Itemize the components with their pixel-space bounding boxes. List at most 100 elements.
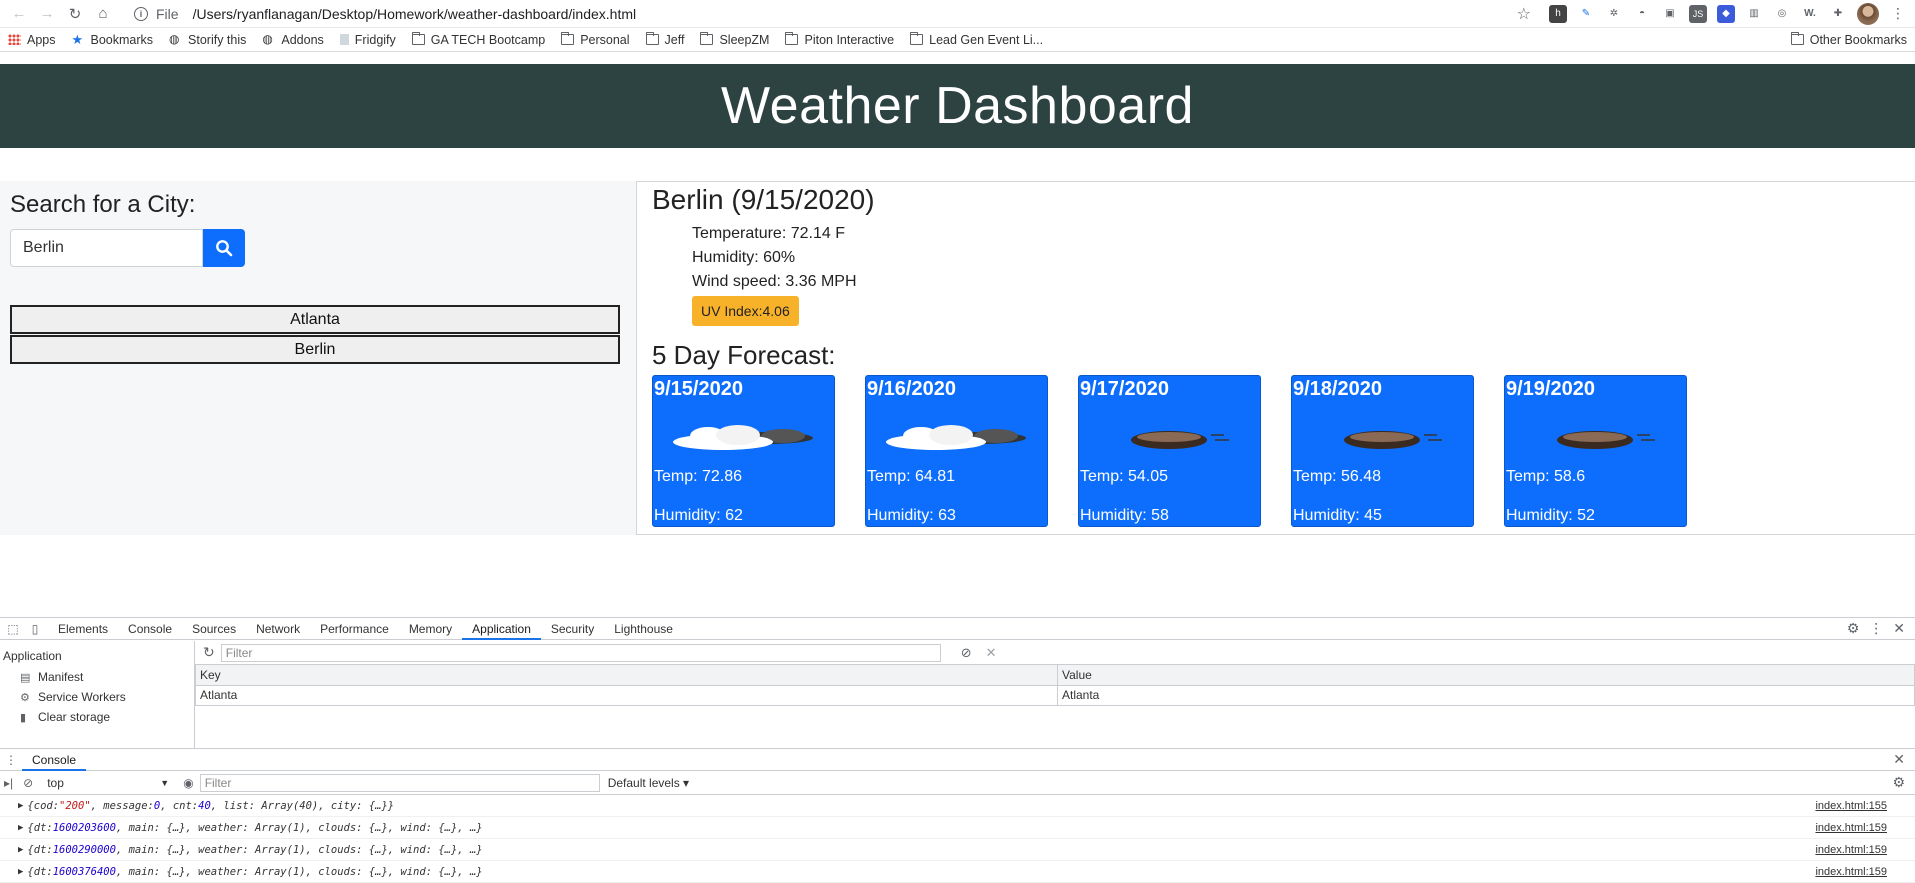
forward-icon[interactable]: → bbox=[36, 3, 58, 25]
console-log-line[interactable]: ▶ {dt: 1600376400, main: {…}, weather: A… bbox=[0, 861, 1915, 883]
extension-icon[interactable]: ◎ bbox=[1773, 5, 1791, 23]
city-search-input[interactable]: Berlin bbox=[10, 229, 203, 267]
storage-view: ↻ Filter ⊘ ✕ Key Value Atlanta Atlanta bbox=[195, 641, 1915, 748]
extension-icon[interactable]: ✎ bbox=[1577, 5, 1595, 23]
tab-lighthouse[interactable]: Lighthouse bbox=[604, 618, 683, 640]
expand-icon[interactable]: ▶ bbox=[18, 823, 23, 833]
sidebar-toggle-icon[interactable]: ▸| bbox=[4, 776, 13, 790]
eye-icon[interactable]: ◉ bbox=[183, 776, 193, 790]
log-source-link[interactable]: index.html:155 bbox=[1815, 800, 1887, 812]
url-text[interactable]: /Users/ryanflanagan/Desktop/Homework/wea… bbox=[193, 6, 637, 22]
console-log-line[interactable]: ▶ {dt: 1600290000, main: {…}, weather: A… bbox=[0, 839, 1915, 861]
cloudy-icon bbox=[886, 425, 1026, 450]
inspect-icon[interactable]: ⬚ bbox=[4, 620, 22, 638]
extension-icon[interactable]: JS bbox=[1689, 4, 1707, 23]
table-row[interactable]: Atlanta Atlanta bbox=[195, 684, 1915, 706]
forecast-card: 9/16/2020 Temp: 64.81 Humidity: 63 bbox=[865, 375, 1048, 527]
extension-icon[interactable]: W. bbox=[1801, 5, 1819, 23]
bookmark-bookmarks[interactable]: ★ Bookmarks bbox=[72, 33, 154, 47]
overcast-icon bbox=[1131, 431, 1229, 449]
expand-icon[interactable]: ▶ bbox=[18, 801, 23, 811]
extension-icon[interactable]: ◆ bbox=[1717, 4, 1735, 23]
tab-application[interactable]: Application bbox=[462, 618, 541, 640]
reload-icon[interactable]: ↻ bbox=[64, 3, 86, 25]
folder-icon bbox=[785, 32, 799, 45]
tab-performance[interactable]: Performance bbox=[310, 618, 399, 640]
extension-icon[interactable]: h bbox=[1549, 4, 1567, 23]
tab-memory[interactable]: Memory bbox=[399, 618, 462, 640]
drawer-tabs: ⋮ Console ✕ bbox=[0, 749, 1915, 771]
drawer-menu-icon[interactable]: ⋮ bbox=[0, 753, 22, 767]
sidebar-item-service-workers[interactable]: ⚙ Service Workers bbox=[0, 687, 194, 707]
delete-icon[interactable]: ✕ bbox=[986, 645, 997, 661]
log-levels-select[interactable]: Default levels ▾ bbox=[608, 776, 689, 790]
tab-network[interactable]: Network bbox=[246, 618, 310, 640]
sidebar-item-manifest[interactable]: ▤ Manifest bbox=[0, 667, 194, 687]
history-button-berlin[interactable]: Berlin bbox=[10, 335, 620, 364]
extension-icon[interactable]: ◓ bbox=[1633, 5, 1651, 23]
search-row: Berlin bbox=[10, 229, 626, 267]
column-header-value[interactable]: Value bbox=[1057, 665, 1915, 686]
tab-sources[interactable]: Sources bbox=[182, 618, 246, 640]
storage-filter-input[interactable]: Filter bbox=[220, 643, 941, 662]
close-icon[interactable]: ✕ bbox=[1893, 751, 1905, 768]
extension-icon[interactable]: ▥ bbox=[1745, 5, 1763, 23]
extension-icon[interactable]: ✲ bbox=[1605, 5, 1623, 23]
overcast-icon bbox=[1557, 431, 1655, 449]
expand-icon[interactable]: ▶ bbox=[18, 867, 23, 877]
tab-console-drawer[interactable]: Console bbox=[22, 749, 87, 771]
info-icon[interactable]: i bbox=[134, 6, 148, 21]
log-source-link[interactable]: index.html:159 bbox=[1815, 844, 1887, 856]
column-header-key[interactable]: Key bbox=[195, 665, 1058, 686]
page-icon bbox=[339, 34, 349, 45]
refresh-icon[interactable]: ↻ bbox=[203, 644, 215, 661]
forecast-temp: Temp: 72.86 bbox=[654, 468, 743, 485]
forecast-temp: Temp: 58.6 bbox=[1506, 468, 1586, 485]
settings-icon[interactable]: ⚙ bbox=[1847, 620, 1860, 637]
console-log-line[interactable]: ▶ {cod: "200", message: 0, cnt: 40, list… bbox=[0, 795, 1915, 817]
log-source-link[interactable]: index.html:159 bbox=[1815, 866, 1887, 878]
bookmark-storify[interactable]: ◍ Storify this bbox=[169, 33, 246, 47]
current-humidity: Humidity: 60% bbox=[692, 249, 796, 266]
bookmark-folder[interactable]: Personal bbox=[561, 32, 630, 47]
home-icon[interactable]: ⌂ bbox=[92, 3, 114, 25]
bookmark-folder[interactable]: Piton Interactive bbox=[785, 32, 894, 47]
history-button-atlanta[interactable]: Atlanta bbox=[10, 305, 620, 334]
address-bar[interactable]: i File /Users/ryanflanagan/Desktop/Homew… bbox=[126, 2, 1539, 26]
bookmark-folder[interactable]: Jeff bbox=[645, 32, 684, 47]
close-icon[interactable]: ✕ bbox=[1893, 620, 1905, 637]
expand-icon[interactable]: ▶ bbox=[18, 845, 23, 855]
current-temperature: Temperature: 72.14 F bbox=[692, 225, 845, 242]
context-select[interactable]: top ▼ bbox=[43, 774, 173, 792]
clear-all-icon[interactable]: ⊘ bbox=[961, 645, 972, 661]
menu-icon[interactable]: ⋮ bbox=[1889, 5, 1907, 23]
bookmark-folder[interactable]: SleepZM bbox=[700, 32, 769, 47]
bookmark-fridgify[interactable]: Fridgify bbox=[339, 33, 396, 47]
forecast-card: 9/19/2020 Temp: 58.6 Humidity: 52 bbox=[1504, 375, 1687, 527]
bookmark-folder[interactable]: GA TECH Bootcamp bbox=[411, 32, 545, 47]
more-icon[interactable]: ⋮ bbox=[1869, 620, 1883, 637]
device-toolbar-icon[interactable]: ▯ bbox=[26, 620, 44, 638]
other-bookmarks[interactable]: Other Bookmarks bbox=[1790, 32, 1907, 47]
extension-icon[interactable]: ▣ bbox=[1661, 5, 1679, 23]
bookmark-folder[interactable]: Lead Gen Event Li... bbox=[910, 32, 1043, 47]
puzzle-icon[interactable]: ✚ bbox=[1829, 5, 1847, 23]
star-icon[interactable]: ☆ bbox=[1517, 4, 1531, 24]
tab-security[interactable]: Security bbox=[541, 618, 604, 640]
bookmark-addons[interactable]: ◍ Addons bbox=[262, 33, 323, 47]
page-header: Weather Dashboard bbox=[0, 64, 1915, 148]
gear-icon: ⚙ bbox=[20, 691, 30, 704]
tab-console[interactable]: Console bbox=[118, 618, 182, 640]
settings-icon[interactable]: ⚙ bbox=[1892, 774, 1905, 791]
tab-elements[interactable]: Elements bbox=[48, 618, 118, 640]
avatar[interactable] bbox=[1857, 2, 1879, 25]
console-filter-input[interactable]: Filter bbox=[199, 773, 600, 792]
bookmark-apps[interactable]: Apps bbox=[8, 33, 56, 47]
clear-console-icon[interactable]: ⊘ bbox=[23, 776, 33, 790]
sidebar-item-clear-storage[interactable]: ▮ Clear storage bbox=[0, 707, 194, 727]
back-icon[interactable]: ← bbox=[8, 3, 30, 25]
web-page: Weather Dashboard Search for a City: Ber… bbox=[0, 64, 1915, 617]
console-log-line[interactable]: ▶ {dt: 1600203600, main: {…}, weather: A… bbox=[0, 817, 1915, 839]
search-button[interactable] bbox=[203, 229, 245, 267]
log-source-link[interactable]: index.html:159 bbox=[1815, 822, 1887, 834]
